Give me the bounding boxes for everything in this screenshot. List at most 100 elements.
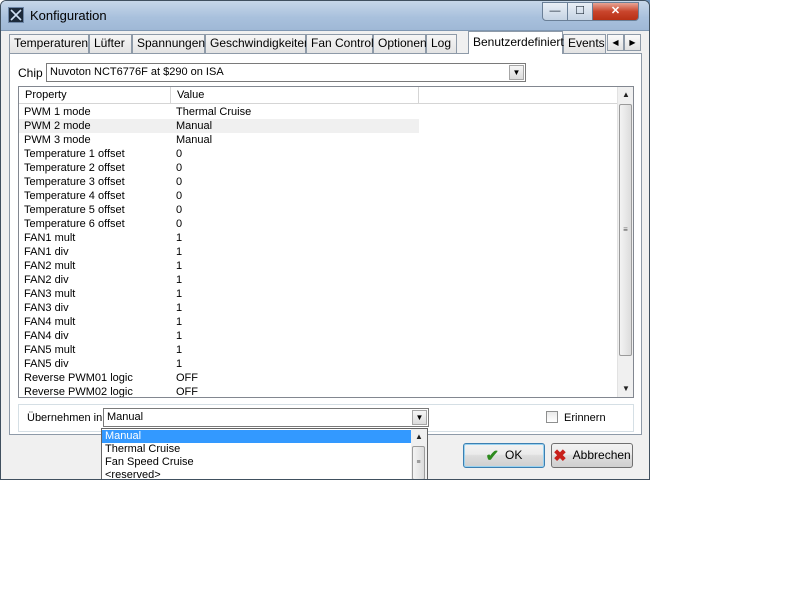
value-cell[interactable]: 1 [171, 259, 419, 273]
property-cell[interactable]: FAN1 mult [19, 231, 171, 245]
value-cell[interactable]: OFF [171, 385, 419, 397]
scroll-up-icon[interactable]: ▲ [411, 429, 427, 445]
value-cell[interactable]: Manual [171, 133, 419, 147]
dropdown-option-manual[interactable]: Manual [102, 430, 412, 443]
value-cell[interactable]: 1 [171, 287, 419, 301]
tab-benutzerdefiniert[interactable]: Benutzerdefiniert [468, 31, 564, 54]
ok-button[interactable]: ✔ OK [463, 443, 545, 468]
table-row[interactable]: PWM 1 mode Thermal Cruise [19, 105, 618, 119]
table-row[interactable]: FAN3 mult 1 [19, 287, 618, 301]
table-row[interactable]: Temperature 2 offset 0 [19, 161, 618, 175]
chip-select[interactable]: Nuvoton NCT6776F at $290 on ISA ▼ [46, 63, 526, 82]
dropdown-option-fan-speed-cruise[interactable]: Fan Speed Cruise [102, 456, 412, 469]
property-cell[interactable]: FAN4 div [19, 329, 171, 343]
value-cell[interactable]: 1 [171, 315, 419, 329]
table-row[interactable]: Temperature 6 offset 0 [19, 217, 618, 231]
table-row[interactable]: FAN1 div 1 [19, 245, 618, 259]
scroll-down-icon[interactable]: ▼ [618, 381, 633, 397]
apply-mode-select[interactable]: Manual ▼ [103, 408, 429, 427]
value-cell[interactable]: 1 [171, 357, 419, 371]
tab-geschwindigkeiten[interactable]: Geschwindigkeiten [205, 34, 311, 53]
close-button[interactable]: ✕ [592, 2, 639, 21]
property-cell[interactable]: Reverse PWM01 logic [19, 371, 171, 385]
table-row[interactable]: Temperature 4 offset 0 [19, 189, 618, 203]
value-cell[interactable]: 0 [171, 147, 419, 161]
value-cell[interactable]: OFF [171, 371, 419, 385]
table-row[interactable]: Temperature 1 offset 0 [19, 147, 618, 161]
value-cell[interactable]: 0 [171, 189, 419, 203]
property-cell[interactable]: PWM 3 mode [19, 133, 171, 147]
apply-mode-dropdown-list: Manual Thermal Cruise Fan Speed Cruise <… [101, 428, 428, 479]
column-header-value[interactable]: Value [171, 87, 419, 104]
property-cell[interactable]: Temperature 1 offset [19, 147, 171, 161]
property-cell[interactable]: Temperature 3 offset [19, 175, 171, 189]
chevron-down-icon[interactable]: ▼ [509, 65, 524, 80]
value-cell[interactable]: 1 [171, 273, 419, 287]
tab-luefter[interactable]: Lüfter [89, 34, 132, 53]
value-cell[interactable]: 0 [171, 175, 419, 189]
table-row[interactable]: Reverse PWM01 logic OFF [19, 371, 618, 385]
dropdown-scrollbar[interactable]: ▲ ≡ [411, 429, 427, 479]
property-cell[interactable]: Reverse PWM02 logic [19, 385, 171, 397]
tab-fan-control[interactable]: Fan Control [306, 34, 374, 53]
tab-scroll-right-icon[interactable]: ▶ [624, 34, 641, 51]
property-cell[interactable]: Temperature 6 offset [19, 217, 171, 231]
tab-events[interactable]: Events [563, 34, 606, 53]
scroll-up-icon[interactable]: ▲ [618, 87, 633, 103]
value-cell[interactable]: 1 [171, 231, 419, 245]
value-cell[interactable]: 0 [171, 203, 419, 217]
property-cell[interactable]: FAN4 mult [19, 315, 171, 329]
table-row[interactable]: FAN1 mult 1 [19, 231, 618, 245]
value-cell[interactable]: 0 [171, 161, 419, 175]
column-header-property[interactable]: Property [19, 87, 171, 104]
table-row[interactable]: FAN4 div 1 [19, 329, 618, 343]
tab-scroll-left-icon[interactable]: ◀ [607, 34, 624, 51]
table-row[interactable]: PWM 3 mode Manual [19, 133, 618, 147]
table-row[interactable]: FAN5 div 1 [19, 357, 618, 371]
value-cell[interactable]: 1 [171, 329, 419, 343]
maximize-button[interactable]: ☐ [567, 2, 593, 21]
table-row[interactable]: Temperature 3 offset 0 [19, 175, 618, 189]
grid-scrollbar[interactable]: ▲ ≡ ▼ [617, 87, 633, 397]
cancel-button[interactable]: ✖ Abbrechen [551, 443, 633, 468]
property-cell[interactable]: FAN5 mult [19, 343, 171, 357]
property-cell[interactable]: Temperature 5 offset [19, 203, 171, 217]
property-cell[interactable]: FAN5 div [19, 357, 171, 371]
table-row[interactable]: PWM 2 mode Manual [19, 119, 618, 133]
table-row[interactable]: Reverse PWM02 logic OFF [19, 385, 618, 397]
value-cell[interactable]: Thermal Cruise [171, 105, 419, 119]
value-cell[interactable]: Manual [171, 119, 419, 133]
property-cell[interactable]: FAN1 div [19, 245, 171, 259]
property-cell[interactable]: FAN2 div [19, 273, 171, 287]
minimize-button[interactable]: — [542, 2, 568, 21]
table-row[interactable]: Temperature 5 offset 0 [19, 203, 618, 217]
chevron-down-icon[interactable]: ▼ [412, 410, 427, 425]
value-cell[interactable]: 1 [171, 245, 419, 259]
property-cell[interactable]: Temperature 4 offset [19, 189, 171, 203]
table-row[interactable]: FAN4 mult 1 [19, 315, 618, 329]
value-cell[interactable]: 0 [171, 217, 419, 231]
remember-checkbox[interactable]: Erinnern [546, 411, 606, 424]
table-row[interactable]: FAN3 div 1 [19, 301, 618, 315]
tab-spannungen[interactable]: Spannungen [132, 34, 205, 53]
value-cell[interactable]: 1 [171, 301, 419, 315]
property-cell[interactable]: FAN3 mult [19, 287, 171, 301]
dropdown-option-thermal-cruise[interactable]: Thermal Cruise [102, 443, 412, 456]
table-row[interactable]: FAN5 mult 1 [19, 343, 618, 357]
tab-log[interactable]: Log [426, 34, 457, 53]
tab-optionen[interactable]: Optionen [373, 34, 427, 53]
value-cell[interactable]: 1 [171, 343, 419, 357]
tab-temperaturen[interactable]: Temperaturen [9, 34, 89, 53]
title-bar[interactable]: Konfiguration — ☐ ✕ [1, 1, 649, 31]
scroll-thumb[interactable]: ≡ [412, 446, 425, 479]
property-cell[interactable]: PWM 2 mode [19, 119, 171, 133]
property-cell[interactable]: Temperature 2 offset [19, 161, 171, 175]
table-row[interactable]: FAN2 div 1 [19, 273, 618, 287]
table-row[interactable]: FAN2 mult 1 [19, 259, 618, 273]
checkbox-box[interactable] [546, 411, 558, 423]
property-cell[interactable]: FAN3 div [19, 301, 171, 315]
scroll-thumb[interactable]: ≡ [619, 104, 632, 356]
property-cell[interactable]: FAN2 mult [19, 259, 171, 273]
dropdown-option-reserved[interactable]: <reserved> [102, 469, 412, 479]
property-cell[interactable]: PWM 1 mode [19, 105, 171, 119]
